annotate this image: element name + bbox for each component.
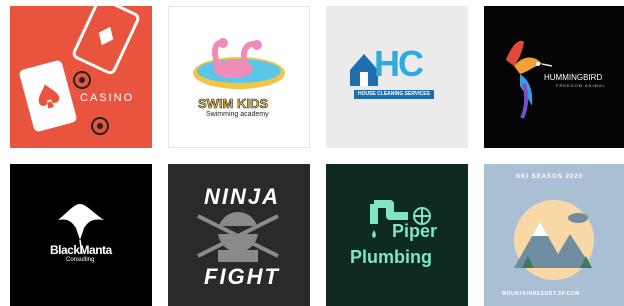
template-title: Piper [392, 221, 438, 241]
template-title: HC [374, 43, 424, 84]
manta-ray-icon [58, 204, 104, 255]
template-thumbnail-ninja-fight[interactable]: NINJA FIGHT [168, 164, 310, 306]
template-title: CASINO [80, 92, 135, 104]
template-thumbnail-house-cleaning[interactable]: HC HOUSE CLEANING SERVICES [326, 6, 468, 148]
template-subtitle: Swimming academy [206, 111, 269, 118]
template-subtitle: Plumbing [350, 247, 432, 267]
template-thumbnail-hummingbird[interactable]: HUMMINGBIRD FREEDOM ANIMAL [484, 6, 624, 148]
template-thumbnail-mountain-resort[interactable]: SKI SEASON 2020 MOUNTAINRESORT.SP.COM [484, 164, 624, 306]
template-subtitle: MOUNTAINRESORT.SP.COM [502, 291, 580, 297]
template-thumbnail-swim-kids[interactable]: SWIM KIDS Swimming academy [168, 6, 310, 148]
flamingo-pool-icon [193, 38, 285, 89]
template-title: NINJA [204, 184, 281, 209]
playing-cards-icon [19, 6, 140, 135]
template-subtitle: Consulting [66, 257, 95, 263]
mountain-landscape-icon [514, 200, 594, 280]
template-title: SWIM KIDS [198, 96, 269, 111]
template-subtitle: FIGHT [204, 264, 280, 289]
template-title: HUMMINGBIRD [544, 73, 603, 82]
template-title: BlackManta [50, 243, 112, 257]
template-subtitle: FREEDOM ANIMAL [556, 83, 606, 88]
template-subtitle: HOUSE CLEANING SERVICES [354, 90, 434, 99]
template-thumbnail-black-manta[interactable]: BlackManta Consulting [10, 164, 152, 306]
template-thumbnail-piper-plumbing[interactable]: Piper Plumbing [326, 164, 468, 306]
template-thumbnail-casino[interactable]: CASINO [10, 6, 152, 148]
template-title: SKI SEASON 2020 [516, 174, 584, 180]
